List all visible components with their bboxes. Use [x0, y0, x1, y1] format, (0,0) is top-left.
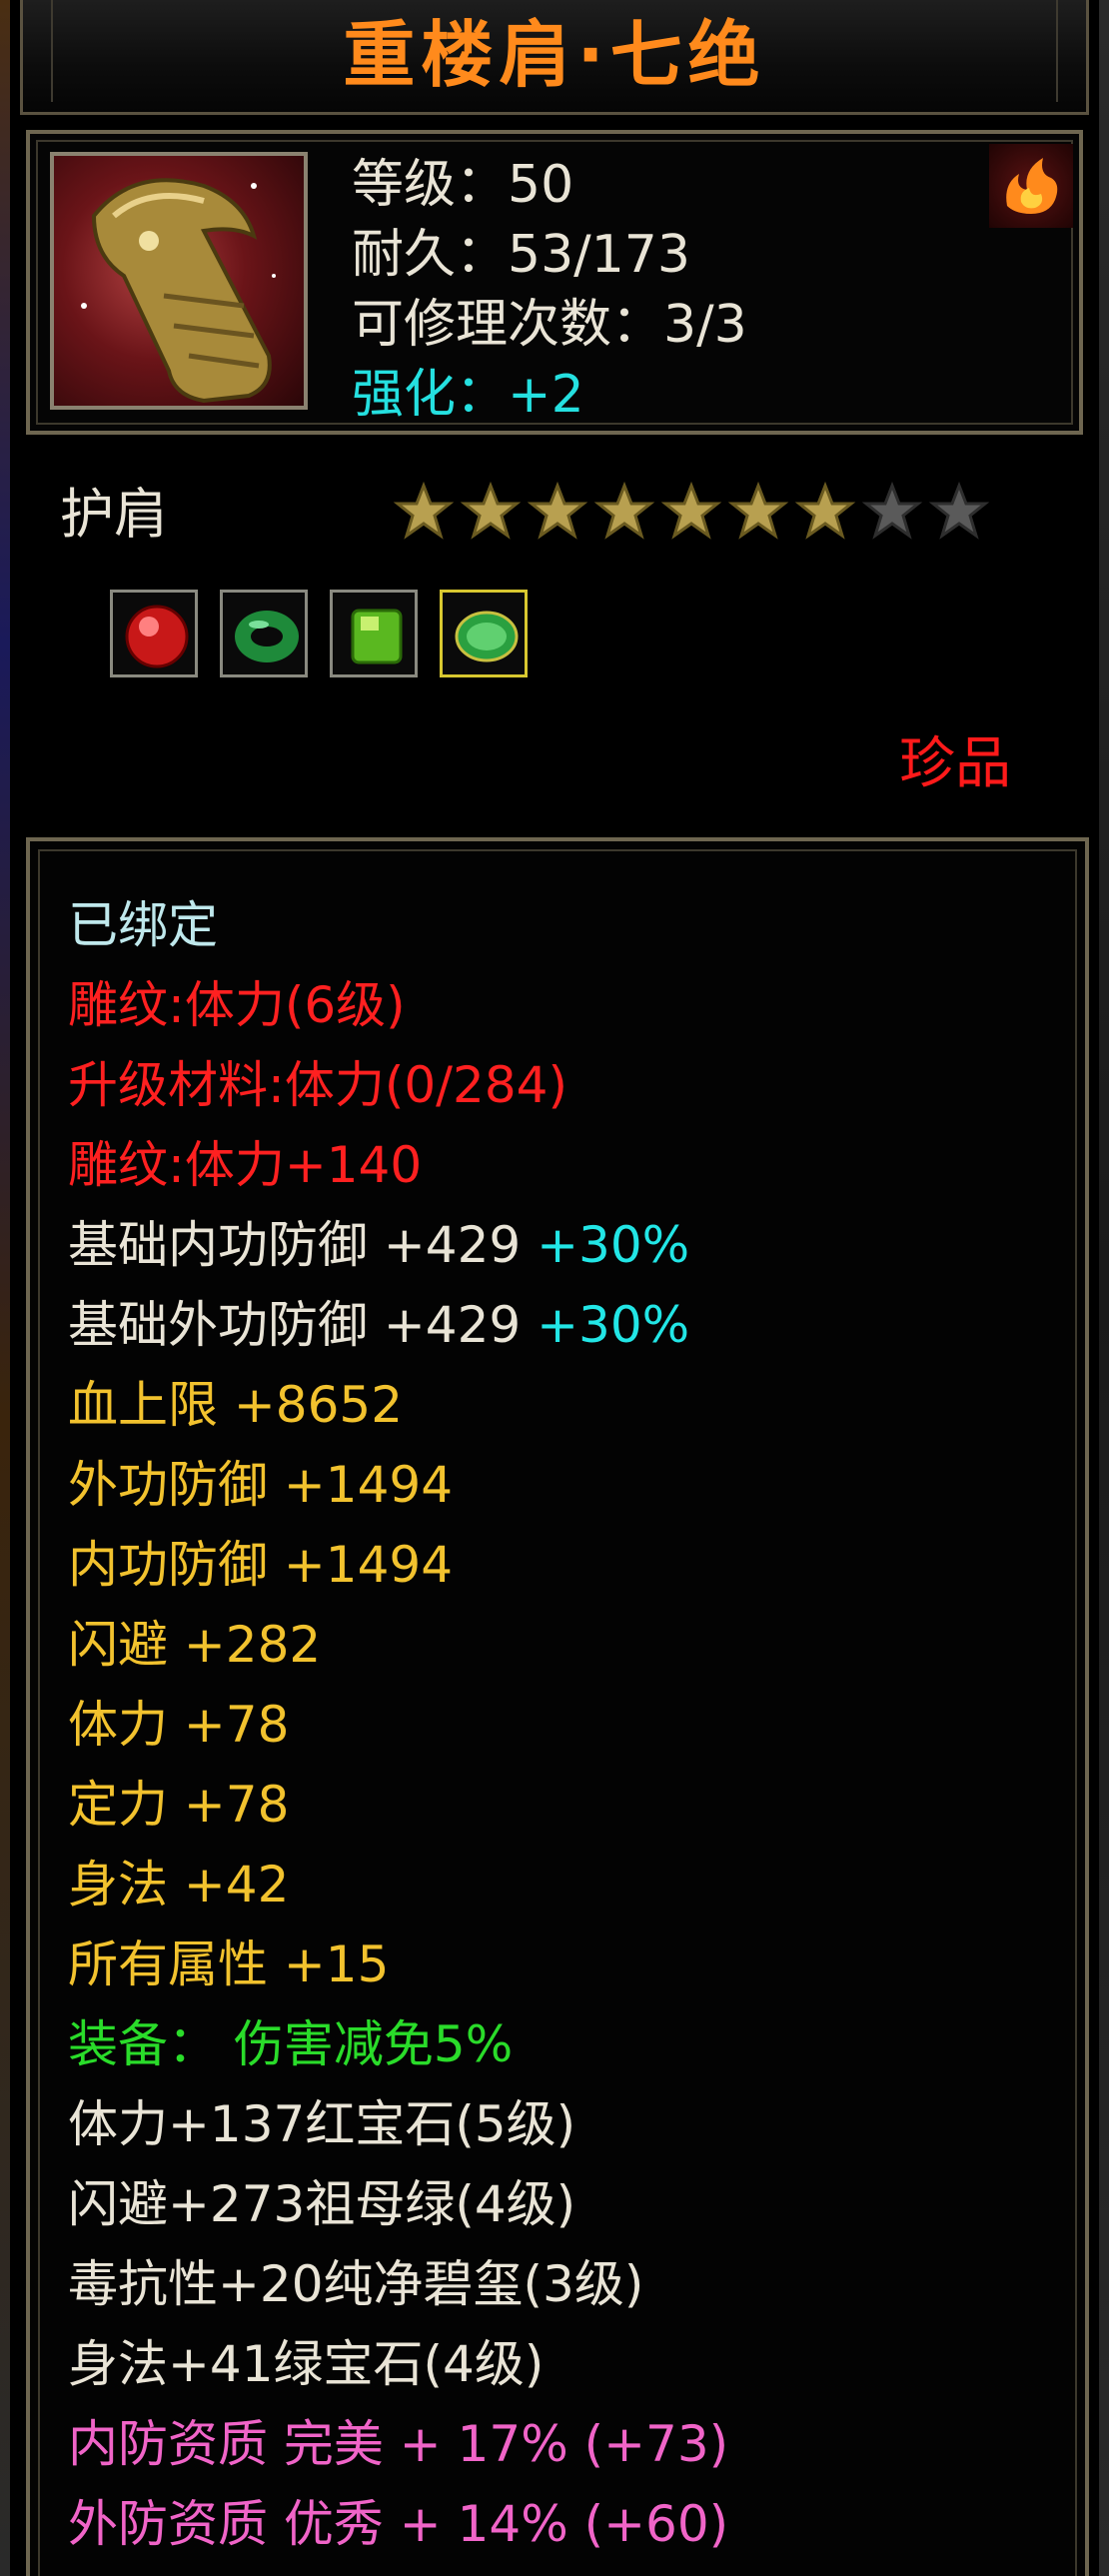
item-durability: 耐久：53/173: [352, 225, 690, 285]
gem-line: 身法+41绿宝石(4级): [68, 2335, 545, 2393]
dodge: 闪避 +282: [68, 1616, 322, 1674]
base-outer-defense-value: 基础外功防御 +429: [68, 1296, 522, 1354]
item-info-panel: 等级：50 耐久：53/173 可修理次数：3/3 强化：+2: [26, 130, 1083, 435]
item-enhance: 强化：+2: [352, 365, 584, 425]
agility: 身法 +42: [68, 1856, 290, 1914]
left-edge: [0, 0, 10, 2576]
rarity-label: 珍品: [899, 731, 1011, 796]
all-attributes: 所有属性 +15: [68, 1935, 390, 1993]
equip-effect: 装备： 伤害减免5%: [68, 2015, 514, 2073]
flame-emblem-icon: [989, 144, 1073, 228]
star-filled-icon: [793, 480, 857, 544]
base-inner-defense: 基础内功防御 +429 +30%: [68, 1211, 689, 1279]
properties-panel: 已绑定 雕纹:体力(6级) 升级材料:体力(0/284) 雕纹:体力+140 基…: [26, 837, 1089, 2576]
star-filled-icon: [392, 480, 456, 544]
star-filled-icon: [659, 480, 723, 544]
ruby-gem-icon[interactable]: [110, 590, 198, 677]
base-outer-defense: 基础外功防御 +429 +30%: [68, 1291, 689, 1359]
engrave-level: 雕纹:体力(6级): [68, 976, 406, 1034]
right-edge: [1099, 0, 1109, 2576]
item-type: 护肩: [60, 483, 168, 546]
base-inner-defense-value: 基础内功防御 +429: [68, 1216, 522, 1274]
item-level: 等级：50: [352, 155, 574, 215]
base-inner-defense-pct: +30%: [537, 1216, 690, 1274]
green-gem-icon[interactable]: [330, 590, 418, 677]
inner-defense-quality: 内防资质 完美 + 17% (+73): [68, 2415, 729, 2473]
bound-status: 已绑定: [68, 896, 218, 954]
star-filled-icon: [459, 480, 523, 544]
star-filled-icon: [726, 480, 790, 544]
jade-ring-icon[interactable]: [220, 590, 308, 677]
stamina: 体力 +78: [68, 1696, 290, 1754]
item-repair-count: 可修理次数：3/3: [352, 295, 747, 355]
item-name: 重楼肩·七绝: [343, 13, 766, 97]
star-filled-icon: [526, 480, 589, 544]
gem-line: 体力+137红宝石(5级): [68, 2095, 576, 2153]
base-outer-defense-pct: +30%: [537, 1296, 690, 1354]
engrave-bonus: 雕纹:体力+140: [68, 1136, 423, 1194]
outer-defense-quality: 外防资质 优秀 + 14% (+60): [68, 2495, 729, 2553]
gem-line: 毒抗性+20纯净碧玺(3级): [68, 2255, 644, 2313]
title-bar: 重楼肩·七绝: [20, 0, 1089, 115]
hp-max: 血上限 +8652: [68, 1376, 404, 1434]
outer-defense: 外功防御 +1494: [68, 1456, 454, 1514]
shoulder-armor-icon: [50, 152, 308, 410]
star-empty-icon: [927, 480, 991, 544]
inner-defense: 内功防御 +1494: [68, 1536, 454, 1594]
gem-line: 闪避+273祖母绿(4级): [68, 2175, 576, 2233]
focus: 定力 +78: [68, 1776, 290, 1834]
emerald-gem-icon[interactable]: [440, 590, 528, 677]
star-filled-icon: [592, 480, 656, 544]
star-empty-icon: [860, 480, 924, 544]
upgrade-material: 升级材料:体力(0/284): [68, 1056, 567, 1114]
item-tooltip: 重楼肩·七绝 等级：50 耐久：53/173 可修理次数：3/3 强化：+2 护…: [0, 0, 1109, 2576]
